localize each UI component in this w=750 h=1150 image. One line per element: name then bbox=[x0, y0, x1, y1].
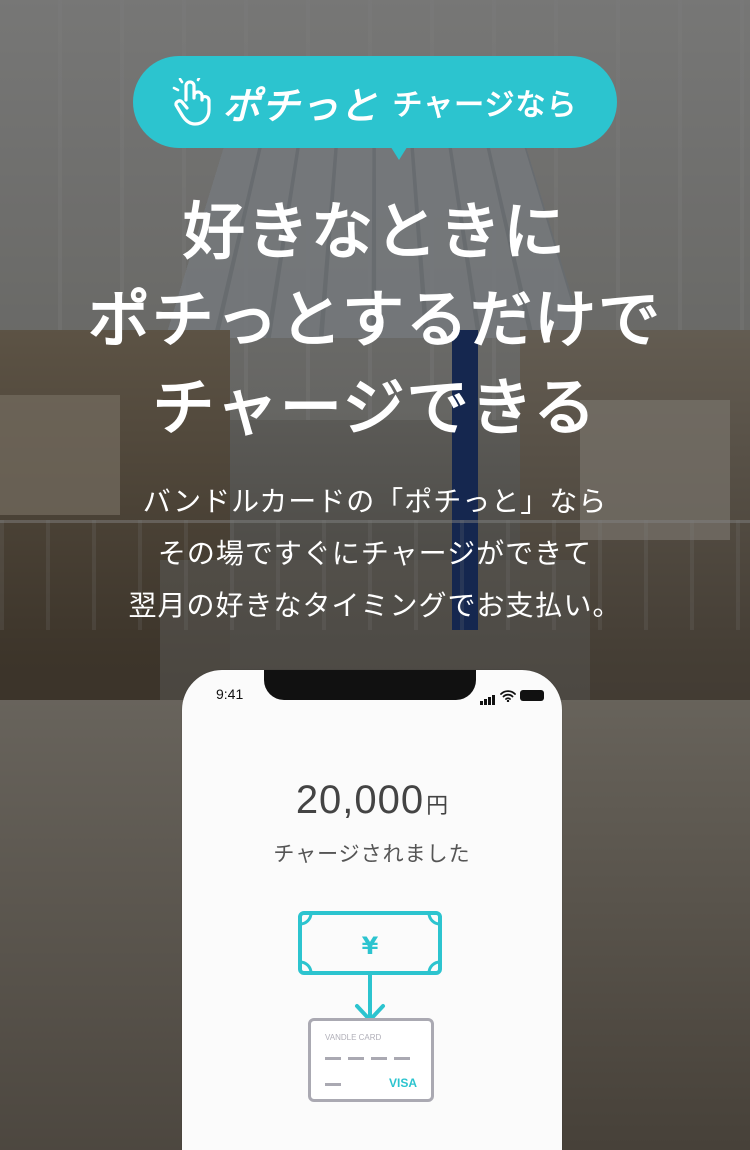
description-line-3: 翌月の好きなタイミングでお支払い。 bbox=[128, 589, 622, 622]
battery-icon bbox=[520, 690, 544, 701]
signal-icon bbox=[480, 686, 496, 705]
arrow-down-icon bbox=[355, 974, 385, 1022]
bill-yen-symbol: ¥ bbox=[362, 932, 379, 960]
card-icon: VANDLE CARD VISA bbox=[308, 1018, 434, 1102]
status-icons bbox=[480, 686, 544, 705]
description-line-1: バンドルカードの「ポチっと」なら bbox=[142, 485, 608, 518]
pochitto-bubble: ポチっと チャージなら bbox=[133, 56, 617, 160]
wifi-icon bbox=[500, 689, 516, 702]
headline-line-1: 好きなときに bbox=[182, 195, 567, 268]
phone-mockup: 9:41 20,000円 チャージされました ¥ VANDLE CARD VIS… bbox=[182, 670, 562, 1150]
bubble-rest-text: チャージなら bbox=[392, 88, 578, 123]
charge-amount: 20,000円 bbox=[182, 778, 562, 823]
bubble-brand-text: ポチっと bbox=[222, 83, 379, 128]
card-network-label: VISA bbox=[388, 1076, 417, 1090]
card-name-dash bbox=[325, 1083, 341, 1086]
charge-status-text: チャージされました bbox=[273, 842, 471, 866]
charge-amount-value: 20,000 bbox=[295, 778, 425, 822]
bill-icon: ¥ bbox=[298, 911, 442, 1022]
headline-line-2: ポチっとするだけで bbox=[87, 283, 663, 356]
card-number-dashes bbox=[325, 1057, 410, 1060]
description: バンドルカードの「ポチっと」なら その場ですぐにチャージができて 翌月の好きなタ… bbox=[0, 476, 750, 632]
description-line-2: その場ですぐにチャージができて bbox=[157, 537, 593, 570]
card-brand-label: VANDLE CARD bbox=[325, 1033, 382, 1042]
phone-notch bbox=[264, 670, 476, 700]
headline-line-3: チャージできる bbox=[152, 371, 598, 444]
headline: 好きなときに ポチっとするだけで チャージできる bbox=[0, 188, 750, 452]
status-time: 9:41 bbox=[216, 686, 244, 702]
charge-currency: 円 bbox=[426, 794, 449, 819]
hand-tap-icon bbox=[173, 78, 212, 126]
